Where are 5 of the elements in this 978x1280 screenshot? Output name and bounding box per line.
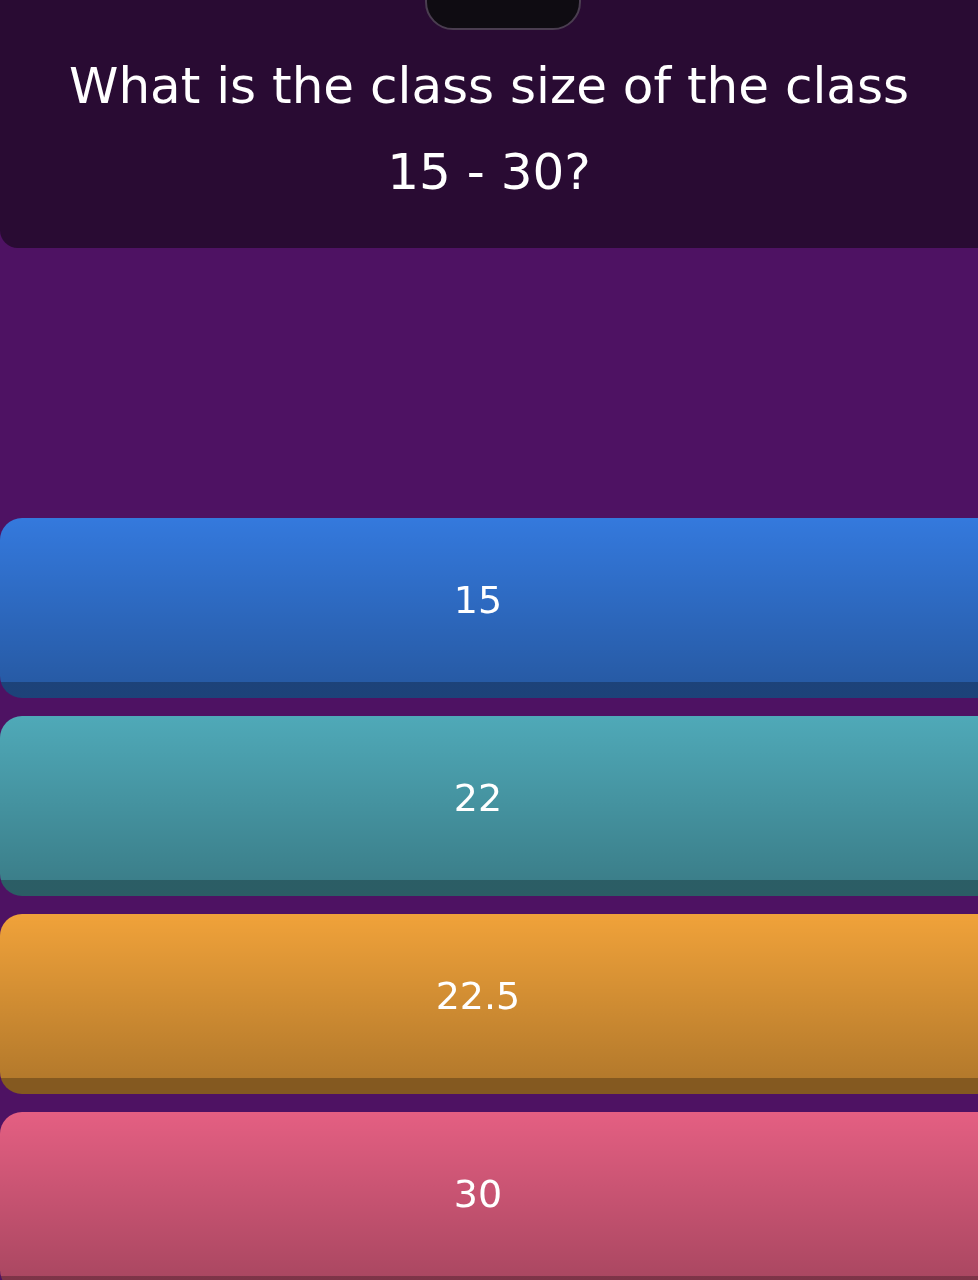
answer-option[interactable]: 30 [0,1112,978,1280]
question-text: What is the class size of the class 15 - 30? [67,56,911,203]
answer-option[interactable]: 15 [0,518,978,698]
answer-option[interactable]: 22 [0,716,978,896]
answer-option[interactable]: 22.5 [0,914,978,1094]
